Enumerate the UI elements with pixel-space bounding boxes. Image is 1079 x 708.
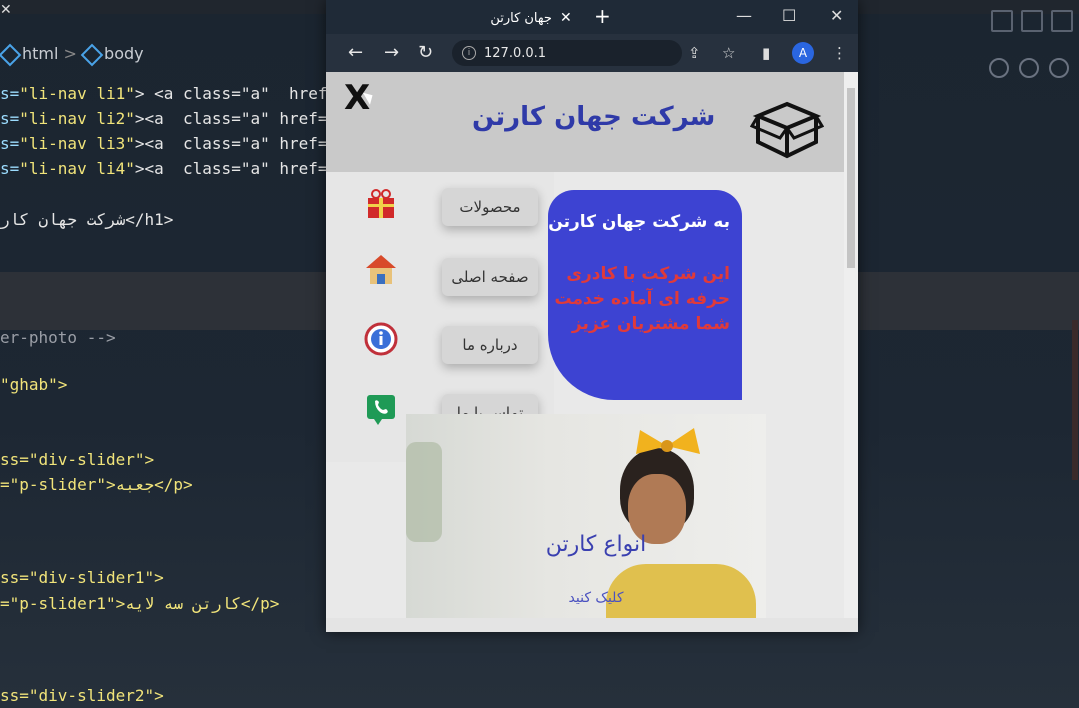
- welcome-text: این شرکت با کادری حرفه ای آماده خدمت شما…: [554, 262, 730, 337]
- breadcrumb-html[interactable]: html: [22, 44, 58, 63]
- menu-kebab-icon[interactable]: ⋮: [832, 44, 847, 62]
- share-icon[interactable]: ⇪: [688, 44, 701, 62]
- close-window-button[interactable]: ✕: [830, 6, 843, 25]
- menu-item-products[interactable]: محصولات: [442, 188, 538, 226]
- address-text: 127.0.0.1: [484, 45, 547, 61]
- card-link[interactable]: کلیک کنید: [536, 590, 656, 606]
- gift-icon: [368, 189, 394, 218]
- welcome-banner: به شرکت جهان کارتن این شرکت با کادری حرف…: [548, 190, 742, 400]
- profile-avatar[interactable]: A: [792, 42, 814, 64]
- plant-image: [406, 442, 442, 542]
- code-line: ="p-slider1">کارتن سه لایه</p>: [0, 594, 280, 613]
- welcome-line: شما مشتریان عزیز: [571, 314, 730, 334]
- card-title: انواع کارتن: [545, 532, 647, 557]
- editor-action-icons: [989, 58, 1069, 78]
- tab-title: جهان کارتن: [490, 10, 552, 26]
- breadcrumb: html > body: [0, 43, 144, 66]
- hair-bow-image: [636, 428, 700, 454]
- info-icon: [364, 322, 398, 356]
- code-line: ss="div-slider1">: [0, 568, 164, 587]
- phone-icon: [367, 395, 395, 425]
- horizontal-scrollbar[interactable]: [326, 618, 858, 632]
- layout-icon[interactable]: [1021, 10, 1043, 32]
- more-icon[interactable]: [1049, 58, 1069, 78]
- editor-close-icon[interactable]: ✕: [0, 2, 12, 18]
- menu-item-home[interactable]: صفحه اصلی: [442, 258, 538, 296]
- back-button[interactable]: ←: [348, 42, 363, 63]
- page-viewport: X شرکت جهان کارتن محصولات صفحه اصلی دربا…: [326, 72, 844, 618]
- code-line: شرکت جهان کار</h1>: [0, 210, 174, 229]
- vertical-scrollbar[interactable]: [844, 72, 858, 618]
- info-icon[interactable]: i: [462, 46, 476, 60]
- browser-tab[interactable]: جهان کارتن ✕: [476, 4, 586, 32]
- breadcrumb-body[interactable]: body: [104, 44, 144, 63]
- minimize-button[interactable]: —: [736, 6, 752, 25]
- bookmark-star-icon[interactable]: ☆: [722, 44, 735, 62]
- compare-icon[interactable]: [1019, 58, 1039, 78]
- reload-button[interactable]: ↻: [418, 42, 433, 63]
- scrollbar-thumb[interactable]: [847, 88, 855, 268]
- history-icon[interactable]: [989, 58, 1009, 78]
- code-line: ="p-slider">جعبه</p>: [0, 475, 193, 494]
- welcome-title: به شرکت جهان کارتن: [548, 212, 730, 232]
- sidebar-icon[interactable]: ▮: [762, 44, 770, 62]
- layout-icon[interactable]: [1051, 10, 1073, 32]
- box-logo-icon: [750, 101, 824, 159]
- layout-icon[interactable]: [991, 10, 1013, 32]
- body-element-icon: [80, 43, 104, 66]
- address-bar[interactable]: i 127.0.0.1: [452, 40, 682, 66]
- code-line: ss="div-slider">: [0, 450, 155, 469]
- menu-item-about[interactable]: درباره ما: [442, 326, 538, 364]
- editor-scrollbar[interactable]: [1072, 320, 1078, 480]
- browser-titlebar: جهان کارتن ✕ + — ☐ ✕: [326, 0, 858, 34]
- code-line: ss="div-slider2">: [0, 686, 164, 705]
- forward-button[interactable]: →: [384, 42, 399, 63]
- browser-toolbar: ← → ↻ i 127.0.0.1 ⇪ ☆ ▮ A ⋮: [326, 34, 858, 72]
- code-comment-line: er-photo -->: [0, 328, 116, 347]
- editor-layout-icons: [991, 10, 1073, 32]
- browser-window: جهان کارتن ✕ + — ☐ ✕ ← → ↻ i 127.0.0.1 ⇪…: [326, 0, 858, 632]
- code-line: "ghab">: [0, 375, 68, 394]
- new-tab-button[interactable]: +: [594, 4, 611, 28]
- welcome-line: حرفه ای آماده خدمت: [554, 289, 730, 309]
- product-card[interactable]: انواع کارتن کلیک کنید: [406, 414, 766, 618]
- home-icon: [366, 255, 396, 284]
- close-tab-icon[interactable]: ✕: [560, 10, 572, 26]
- html-element-icon: [0, 43, 22, 66]
- site-title: شرکت جهان کارتن: [472, 102, 716, 132]
- site-header: X شرکت جهان کارتن: [326, 72, 844, 172]
- welcome-line: این شرکت با کادری: [566, 264, 730, 284]
- maximize-button[interactable]: ☐: [782, 6, 796, 25]
